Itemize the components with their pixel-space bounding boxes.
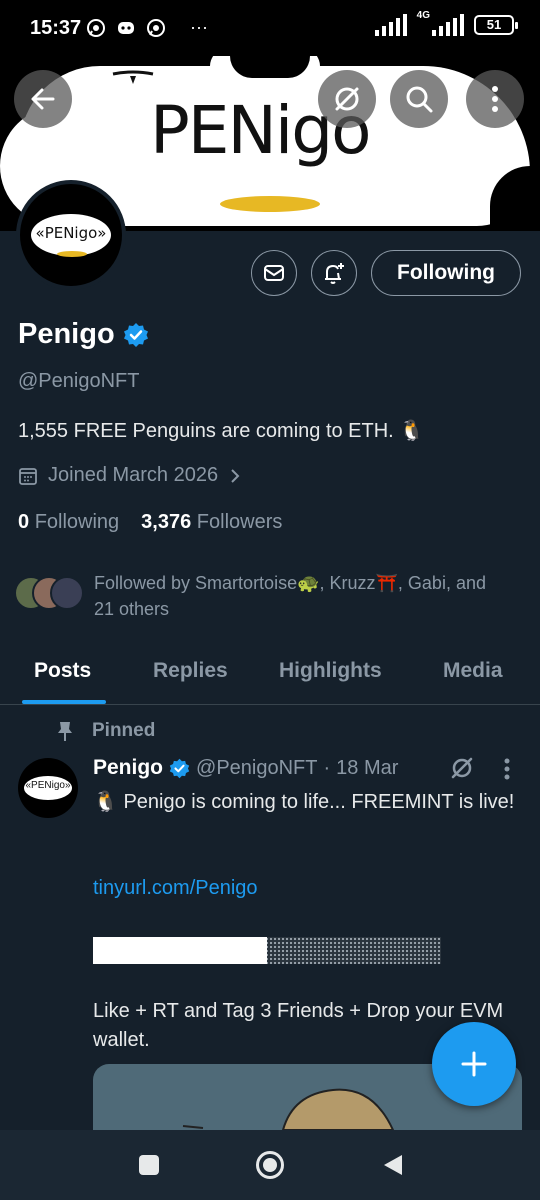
post-author-handle[interactable]: @PenigoNFT — [196, 757, 317, 780]
profile-name-row: Penigo — [18, 318, 149, 351]
profile-tabs: Posts Replies Highlights Media — [0, 645, 540, 705]
post-header: Penigo @PenigoNFT · 18 Mar — [93, 756, 398, 780]
back-button[interactable] — [14, 70, 72, 128]
notify-button[interactable] — [311, 250, 357, 296]
network-type: 4G — [416, 9, 430, 21]
whatsapp-icon — [87, 18, 105, 37]
avatar-logo-text: «PENigo» — [35, 224, 107, 242]
mutual-followers-avatars — [14, 576, 86, 616]
verified-badge-icon[interactable] — [123, 322, 149, 348]
tab-replies[interactable]: Replies — [153, 659, 228, 683]
status-notification-icons: ··· — [86, 17, 208, 38]
mint-progress-fill — [93, 937, 267, 964]
avatar-beak-shape — [57, 251, 87, 257]
status-system-icons: 4G 51 — [374, 10, 518, 36]
recents-button[interactable] — [134, 1150, 164, 1180]
home-circle-icon — [256, 1151, 284, 1179]
signal-icon-2 — [432, 14, 464, 36]
following-stat-label: Following — [34, 511, 120, 533]
pinned-label: Pinned — [92, 720, 156, 741]
following-count: 0 — [18, 511, 30, 533]
message-button[interactable] — [251, 250, 297, 296]
post-date[interactable]: 18 Mar — [336, 757, 398, 780]
system-navigation-bar — [0, 1130, 540, 1200]
grok-icon[interactable] — [448, 754, 476, 782]
post-meta-separator: · — [323, 756, 331, 779]
joined-date-row[interactable]: Joined March 2026 — [18, 464, 242, 487]
post-author-avatar[interactable]: «PENigo» — [18, 758, 78, 818]
tab-posts[interactable]: Posts — [34, 659, 91, 683]
post-author-name[interactable]: Penigo — [93, 756, 163, 780]
follow-stats: 0 Following 3,376 Followers — [18, 511, 282, 534]
back-triangle-icon — [384, 1155, 402, 1175]
calendar-icon — [19, 467, 37, 485]
banner-propeller-doodle — [112, 70, 154, 84]
profile-avatar[interactable]: «PENigo» — [16, 180, 126, 290]
banner-dark-notch — [230, 56, 310, 78]
followed-by-row[interactable]: Followed by Smartortoise🐢, Kruzz⛩️, Gabi… — [14, 570, 504, 622]
back-nav-button[interactable] — [378, 1150, 408, 1180]
more-notifications-indicator: ··· — [190, 17, 208, 37]
discord-icon — [118, 21, 134, 34]
following-stat[interactable]: 0 Following — [18, 511, 119, 534]
profile-bio: 1,555 FREE Penguins are coming to ETH. 🐧 — [18, 420, 425, 442]
post-avatar-logo-text: «PENigo» — [25, 780, 71, 791]
search-button[interactable] — [390, 70, 448, 128]
pinned-label-row: Pinned — [56, 720, 155, 742]
followers-stat[interactable]: 3,376 Followers — [141, 511, 282, 534]
tab-highlights[interactable]: Highlights — [279, 659, 382, 683]
pin-icon — [58, 722, 72, 741]
joined-date: Joined March 2026 — [48, 464, 219, 486]
mail-icon — [264, 265, 284, 281]
following-button[interactable]: Following — [371, 250, 521, 296]
profile-display-name: Penigo — [18, 318, 115, 350]
search-icon — [406, 86, 433, 113]
active-tab-indicator — [22, 700, 106, 704]
followers-count: 3,376 — [141, 511, 192, 533]
recents-square-icon — [139, 1155, 159, 1175]
followed-by-text: Followed by Smartortoise🐢, Kruzz⛩️, Gabi… — [94, 573, 486, 619]
home-button[interactable] — [255, 1150, 285, 1180]
followers-stat-label: Followers — [196, 511, 283, 533]
post-link[interactable]: tinyurl.com/Penigo — [93, 877, 258, 900]
profile-handle: @PenigoNFT — [18, 370, 140, 392]
post-text: 🐧 Penigo is coming to life... FREEMINT i… — [93, 791, 515, 813]
whatsapp-icon — [147, 18, 165, 37]
signal-icon — [374, 14, 407, 36]
status-bar: 15:37 ··· 4G 51 — [0, 0, 540, 56]
bell-plus-icon — [325, 263, 344, 284]
grok-icon — [335, 87, 359, 111]
tab-media[interactable]: Media — [443, 659, 503, 683]
status-time: 15:37 — [30, 17, 82, 39]
verified-badge-icon — [169, 758, 190, 778]
avatar — [50, 576, 84, 610]
banner-beak-shape — [220, 196, 320, 212]
compose-button[interactable] — [432, 1022, 516, 1106]
back-arrow-icon — [31, 88, 55, 110]
mint-progress-bar — [93, 937, 441, 964]
chevron-right-icon — [231, 468, 240, 483]
more-options-button[interactable] — [466, 70, 524, 128]
more-vertical-icon — [492, 86, 498, 112]
more-vertical-icon[interactable] — [503, 756, 511, 782]
grok-button[interactable] — [318, 70, 376, 128]
plus-icon — [461, 1051, 487, 1077]
battery-icon: 51 — [474, 15, 518, 35]
